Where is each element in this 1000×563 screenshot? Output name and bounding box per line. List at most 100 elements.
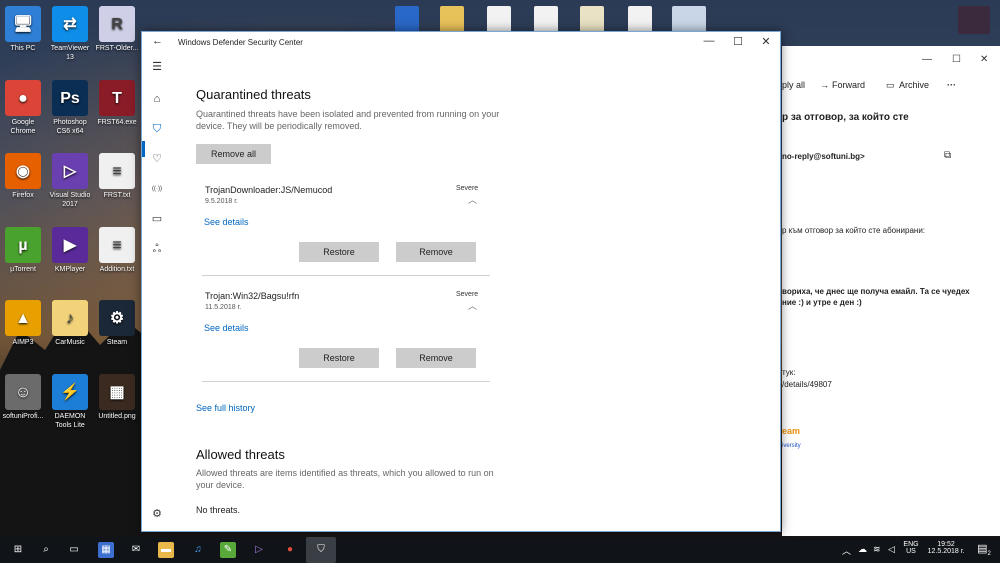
virus-protection-shield-icon[interactable]: ⛉	[150, 122, 164, 136]
action-center-icon[interactable]: ▤2	[974, 542, 994, 557]
desktop-icon[interactable]: R FRST-Older...	[94, 6, 140, 53]
maximize-button[interactable]: ☐	[728, 35, 748, 48]
divider	[202, 275, 490, 276]
quarantined-heading: Quarantined threats	[196, 87, 311, 102]
no-threats-text: No threats.	[196, 505, 241, 515]
folder-icon[interactable]	[440, 6, 464, 34]
desktop-icon[interactable]: ♪ CarMusic	[47, 300, 93, 347]
image-file-icon[interactable]	[580, 6, 604, 34]
forward-button[interactable]: Forward	[832, 80, 865, 90]
document-icon[interactable]	[628, 6, 652, 34]
desktop-icon[interactable]: ≡ Addition.txt	[94, 227, 140, 274]
desktop-icon[interactable]: ▶ KMPlayer	[47, 227, 93, 274]
explorer-icon[interactable]: ▬	[158, 542, 174, 558]
desktop-icon[interactable]: ≡ FRST.txt	[94, 153, 140, 200]
remove-button[interactable]: Remove	[396, 242, 476, 262]
groove-music-icon[interactable]: ♫	[190, 542, 206, 558]
hamburger-menu-icon[interactable]: ☰	[150, 60, 164, 74]
document-icon[interactable]	[534, 6, 558, 34]
desktop-icon-image: ≡	[99, 227, 135, 263]
defender-taskbar-icon[interactable]: ⛉	[306, 537, 336, 563]
allowed-description: Allowed threats are items identified as …	[196, 468, 494, 490]
logo-icon[interactable]	[958, 6, 990, 34]
close-button[interactable]: ✕	[756, 35, 776, 48]
desktop-icon[interactable]: T FRST64.exe	[94, 80, 140, 127]
mail-window[interactable]: — ☐ ✕ ply all → Forward ▭ Archive ··· р …	[782, 46, 1000, 536]
mail-icon[interactable]: ✉	[128, 542, 144, 558]
screenshot-file-icon[interactable]	[672, 6, 706, 34]
desktop-icon[interactable]: ⇄ TeamViewer 13	[47, 6, 93, 62]
chrome-icon[interactable]: ●	[282, 542, 298, 558]
desktop-icon-label: µTorrent	[10, 266, 36, 273]
desktop-icon[interactable]: ▷ Visual Studio 2017	[47, 153, 93, 209]
wifi-icon[interactable]: ≋	[873, 544, 881, 555]
mail-line: р към отговор за който сте абонирани:	[782, 226, 926, 235]
language-indicator[interactable]: ENG US	[902, 541, 920, 555]
search-icon[interactable]: ⌕	[38, 542, 54, 558]
threat-name: Trojan:Win32/Bagsu!rfn	[205, 291, 300, 301]
visual-studio-icon[interactable]: ▷	[251, 542, 267, 558]
desktop-icon[interactable]: ▦ Untitled.png	[94, 374, 140, 421]
popout-icon[interactable]: ⧉	[944, 150, 951, 161]
title-bar[interactable]: ← Windows Defender Security Center — ☐ ✕	[142, 32, 780, 52]
desktop-icon[interactable]: Ps Photoshop CS6 x64	[47, 80, 93, 136]
desktop-icon-label: Firefox	[12, 192, 34, 199]
desktop-icon-image: Ps	[52, 80, 88, 116]
store-icon[interactable]: ▦	[98, 542, 114, 558]
desktop-icon-label: Untitled.png	[98, 413, 136, 420]
back-arrow-icon[interactable]: ←	[152, 35, 163, 47]
close-icon[interactable]: ✕	[980, 54, 988, 65]
volume-icon[interactable]: ◁	[888, 544, 895, 555]
collapse-chevron-icon[interactable]: ︿	[468, 193, 477, 206]
threat-severity: Severe	[456, 185, 479, 192]
reply-all-button[interactable]: ply all	[782, 80, 805, 90]
minimize-icon[interactable]: —	[922, 54, 932, 65]
desktop-icon-label: Google Chrome	[10, 119, 36, 135]
desktop-icon[interactable]: 🖥 This PC	[0, 6, 46, 53]
maximize-icon[interactable]: ☐	[952, 54, 961, 65]
task-view-icon[interactable]: ▭	[66, 542, 82, 558]
desktop-icon[interactable]: ⚡ DAEMON Tools Lite	[47, 374, 93, 430]
app-browser-control-icon[interactable]: ▭	[150, 212, 164, 226]
network-icon[interactable]: ☁	[858, 544, 867, 555]
desktop-icon[interactable]: ⚙ Steam	[94, 300, 140, 347]
restore-button[interactable]: Restore	[299, 348, 379, 368]
desktop-icon-label: TeamViewer 13	[50, 45, 90, 61]
archive-button[interactable]: Archive	[899, 80, 929, 90]
music-file-icon[interactable]	[395, 6, 419, 34]
collapse-chevron-icon[interactable]: ︿	[468, 299, 477, 312]
show-hidden-icons-icon[interactable]: ︿	[842, 544, 851, 557]
mail-link[interactable]: /details/49807	[782, 380, 832, 389]
see-full-history-link[interactable]: See full history	[196, 403, 255, 413]
notepad-icon[interactable]: ✎	[220, 542, 236, 558]
desktop-icon[interactable]: ◉ Firefox	[0, 153, 46, 200]
clock[interactable]: 19:52 12.5.2018 г.	[922, 541, 970, 555]
desktop-icon-label: softuniProfi...	[2, 413, 44, 420]
desktop-icon[interactable]: µ µTorrent	[0, 227, 46, 274]
desktop-icon-image: T	[99, 80, 135, 116]
firewall-network-icon[interactable]: ((·))	[150, 182, 164, 196]
document-icon[interactable]	[487, 6, 511, 34]
divider	[202, 381, 490, 382]
desktop-icon-image: ⚡	[52, 374, 88, 410]
see-details-link[interactable]: See details	[204, 217, 249, 227]
device-health-heart-icon[interactable]: ♡	[150, 152, 164, 166]
settings-gear-icon[interactable]: ⚙	[150, 507, 164, 521]
minimize-button[interactable]: —	[699, 35, 719, 47]
desktop-icon[interactable]: ● Google Chrome	[0, 80, 46, 136]
restore-button[interactable]: Restore	[299, 242, 379, 262]
home-icon[interactable]: ⌂	[150, 92, 164, 106]
defender-window[interactable]: ← Windows Defender Security Center — ☐ ✕…	[141, 31, 781, 532]
desktop-icon-image: ▶	[52, 227, 88, 263]
desktop-icon-label: FRST.txt	[103, 192, 131, 199]
desktop-icon[interactable]: ▲ AIMP3	[0, 300, 46, 347]
remove-button[interactable]: Remove	[396, 348, 476, 368]
desktop-icon-image: ◉	[5, 153, 41, 189]
remove-all-button[interactable]: Remove all	[196, 144, 271, 164]
family-options-icon[interactable]: ஃ	[150, 242, 164, 256]
desktop-icon[interactable]: ☺ softuniProfi...	[0, 374, 46, 421]
windows-start-icon[interactable]: ⊞	[10, 542, 26, 558]
more-button[interactable]: ···	[947, 80, 956, 90]
see-details-link[interactable]: See details	[204, 323, 249, 333]
mail-university-link[interactable]: iversity	[782, 443, 801, 449]
